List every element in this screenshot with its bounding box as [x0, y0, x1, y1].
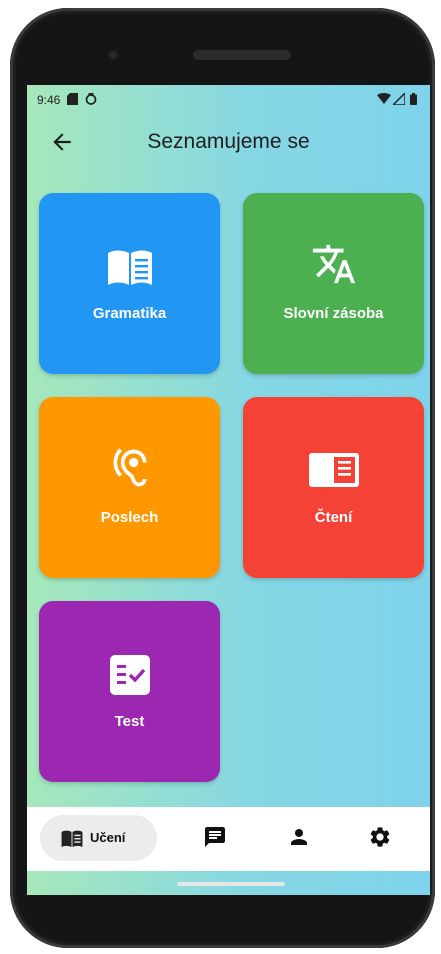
- tile-gramatika[interactable]: Gramatika: [39, 193, 220, 374]
- wifi-icon: [377, 93, 391, 108]
- tile-label: Slovní zásoba: [283, 305, 384, 322]
- signal-icon: [391, 91, 406, 108]
- front-camera: [108, 50, 118, 60]
- hearing-icon: [108, 445, 152, 496]
- tile-cteni[interactable]: Čtení: [243, 397, 424, 578]
- nav-item-label: Učení: [90, 830, 126, 845]
- book-icon: [60, 829, 84, 853]
- battery-icon: [410, 93, 417, 108]
- tile-label: Poslech: [100, 509, 159, 526]
- tile-label: Test: [114, 713, 145, 730]
- sim-card-icon: [67, 93, 78, 108]
- tile-slovni-zasoba[interactable]: Slovní zásoba: [243, 193, 424, 374]
- sync-status-icon: [85, 93, 97, 108]
- tile-label: Čtení: [314, 509, 353, 526]
- tile-label: Gramatika: [92, 305, 167, 322]
- status-time: 9:46: [37, 93, 61, 107]
- top-app-bar: Seznamujeme se: [27, 115, 430, 170]
- nav-item-uceni[interactable]: Učení: [40, 815, 157, 861]
- page-title: Seznamujeme se: [147, 130, 310, 153]
- book-icon: [106, 247, 154, 292]
- gesture-home-bar[interactable]: [177, 882, 285, 886]
- status-bar: 9:46: [27, 85, 430, 115]
- person-icon[interactable]: [279, 817, 319, 857]
- tile-test[interactable]: Test: [39, 601, 220, 782]
- settings-icon[interactable]: [360, 817, 400, 857]
- app-screen: 9:46 Seznamujeme se Gramatika Slovní zás…: [27, 85, 430, 895]
- chrome-reader-icon: [308, 451, 359, 494]
- bottom-navigation: Učení: [27, 807, 430, 871]
- chat-icon[interactable]: [195, 817, 235, 857]
- checklist-icon: [109, 655, 150, 700]
- translate-icon: [310, 241, 358, 292]
- earpiece-speaker: [193, 50, 291, 60]
- tile-poslech[interactable]: Poslech: [39, 397, 220, 578]
